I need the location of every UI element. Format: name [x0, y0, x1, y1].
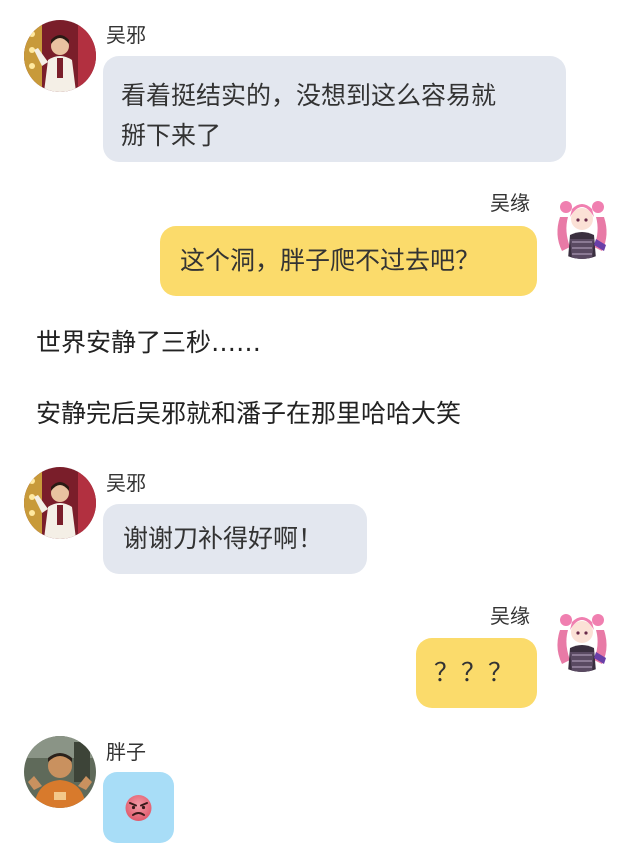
message-text: 谢谢刀补得好啊！: [123, 524, 324, 553]
pink-haired-girl-avatar: [546, 600, 618, 672]
sender-name: 吴邪: [106, 23, 146, 47]
avatar-wuxie[interactable]: [24, 20, 96, 92]
avatar-wuyuan[interactable]: [546, 600, 618, 672]
avatar-wuxie[interactable]: [24, 467, 96, 539]
man-in-white-suit-avatar: [24, 20, 96, 92]
emoji-message-bubble[interactable]: [103, 772, 174, 843]
chubby-man-avatar: [24, 736, 96, 808]
sender-name: 吴缘: [490, 191, 530, 215]
message-text-line: 看着挺结实的，没想到这么容易就: [121, 81, 497, 110]
outgoing-message-bubble[interactable]: 这个洞，胖子爬不过去吧？: [160, 226, 537, 296]
message-text: 这个洞，胖子爬不过去吧？: [180, 246, 481, 275]
outgoing-message-bubble[interactable]: ？？？: [416, 638, 537, 708]
message-text: ？？？: [434, 658, 516, 687]
narration-text: 世界安静了三秒……: [36, 328, 262, 357]
avatar-wuyuan[interactable]: [546, 187, 618, 259]
sender-name: 吴缘: [490, 604, 530, 628]
angry-face-emoji: [125, 795, 152, 821]
narration-text: 安静完后吴邪就和潘子在那里哈哈大笑: [36, 399, 462, 428]
message-text-line: 掰下来了: [121, 121, 222, 150]
avatar-pangzi[interactable]: [24, 736, 96, 808]
pink-haired-girl-avatar: [546, 187, 618, 259]
incoming-message-bubble[interactable]: 谢谢刀补得好啊！: [103, 504, 367, 574]
sender-name: 胖子: [106, 740, 146, 764]
sender-name: 吴邪: [106, 471, 146, 495]
incoming-message-bubble[interactable]: 看着挺结实的，没想到这么容易就 掰下来了: [103, 56, 566, 162]
man-in-white-suit-avatar: [24, 467, 96, 539]
